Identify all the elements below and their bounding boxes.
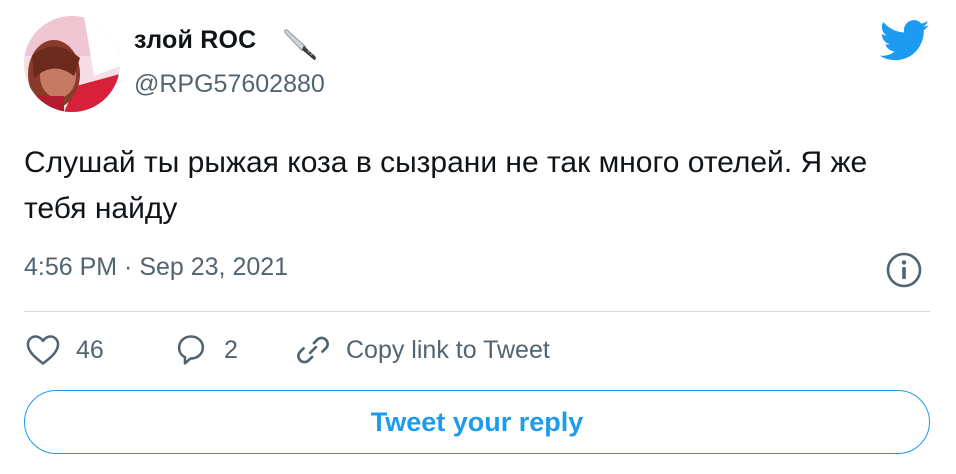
like-button[interactable]: 46	[24, 330, 104, 370]
avatar-image	[24, 16, 120, 112]
divider	[24, 311, 930, 312]
tweet-text: Слушай ты рыжая коза в сызрани не так мн…	[24, 146, 868, 225]
copy-link-button[interactable]: Copy link to Tweet	[294, 330, 550, 370]
info-icon[interactable]	[884, 250, 924, 290]
reply-count: 2	[224, 335, 238, 364]
like-count: 46	[76, 335, 104, 364]
tweet-your-reply-button[interactable]: Tweet your reply	[24, 390, 930, 454]
kitchen-knife-emoji-icon	[284, 29, 316, 61]
author-handle[interactable]: @RPG57602880	[134, 70, 325, 99]
author-display-name[interactable]: злой ROC	[134, 26, 256, 55]
tweet-timestamp[interactable]: 4:56 PM · Sep 23, 2021	[24, 253, 288, 282]
heart-icon	[26, 335, 60, 365]
link-icon	[297, 336, 329, 364]
avatar[interactable]	[24, 16, 120, 112]
twitter-bird-icon[interactable]	[880, 20, 930, 62]
copy-link-label: Copy link to Tweet	[346, 335, 550, 364]
reply-button[interactable]: 2	[172, 330, 238, 370]
speech-bubble-icon	[177, 335, 205, 365]
